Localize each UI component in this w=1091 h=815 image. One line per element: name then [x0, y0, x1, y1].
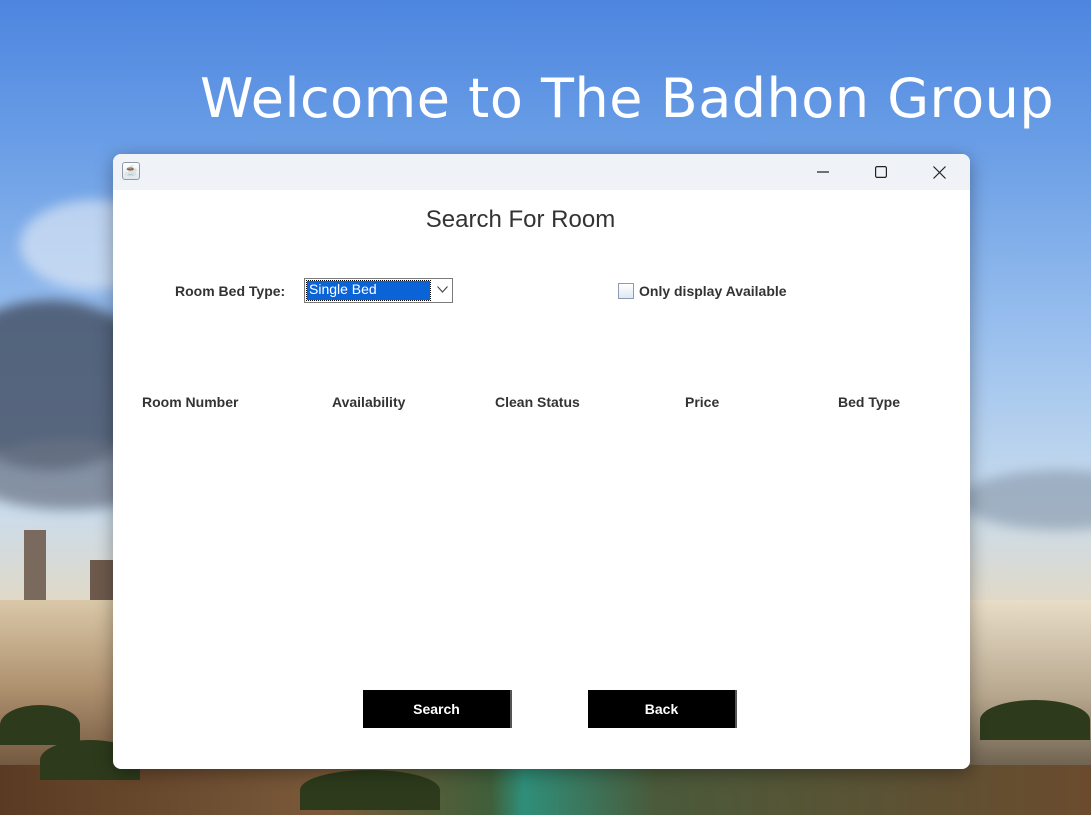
- maximize-button[interactable]: [852, 154, 910, 190]
- java-cup-icon: ☕: [122, 162, 140, 180]
- bed-type-dropdown[interactable]: Single Bed: [304, 278, 453, 303]
- minimize-icon: [817, 171, 829, 173]
- column-header-price[interactable]: Price: [685, 394, 719, 410]
- column-header-availability[interactable]: Availability: [332, 394, 405, 410]
- minimize-button[interactable]: [794, 154, 852, 190]
- bed-type-label: Room Bed Type:: [175, 283, 286, 299]
- only-available-label[interactable]: Only display Available: [639, 283, 787, 299]
- close-button[interactable]: [910, 154, 968, 190]
- search-room-window: ☕ Search For Room Room Bed Type: Single …: [113, 154, 970, 769]
- window-titlebar[interactable]: ☕: [113, 154, 970, 190]
- column-header-bed-type[interactable]: Bed Type: [838, 394, 900, 410]
- maximize-icon: [875, 166, 887, 178]
- column-header-clean-status[interactable]: Clean Status: [495, 394, 580, 410]
- search-button[interactable]: Search: [363, 690, 512, 728]
- welcome-heading: Welcome to The Badhon Group: [200, 67, 1055, 130]
- room-table-body[interactable]: [133, 419, 948, 669]
- chevron-down-icon: [437, 286, 448, 293]
- back-button[interactable]: Back: [588, 690, 737, 728]
- close-icon: [932, 165, 946, 179]
- column-header-room-number[interactable]: Room Number: [142, 394, 238, 410]
- bed-type-selected-value: Single Bed: [306, 280, 431, 301]
- only-available-checkbox[interactable]: [618, 283, 634, 299]
- dialog-title: Search For Room: [425, 206, 616, 233]
